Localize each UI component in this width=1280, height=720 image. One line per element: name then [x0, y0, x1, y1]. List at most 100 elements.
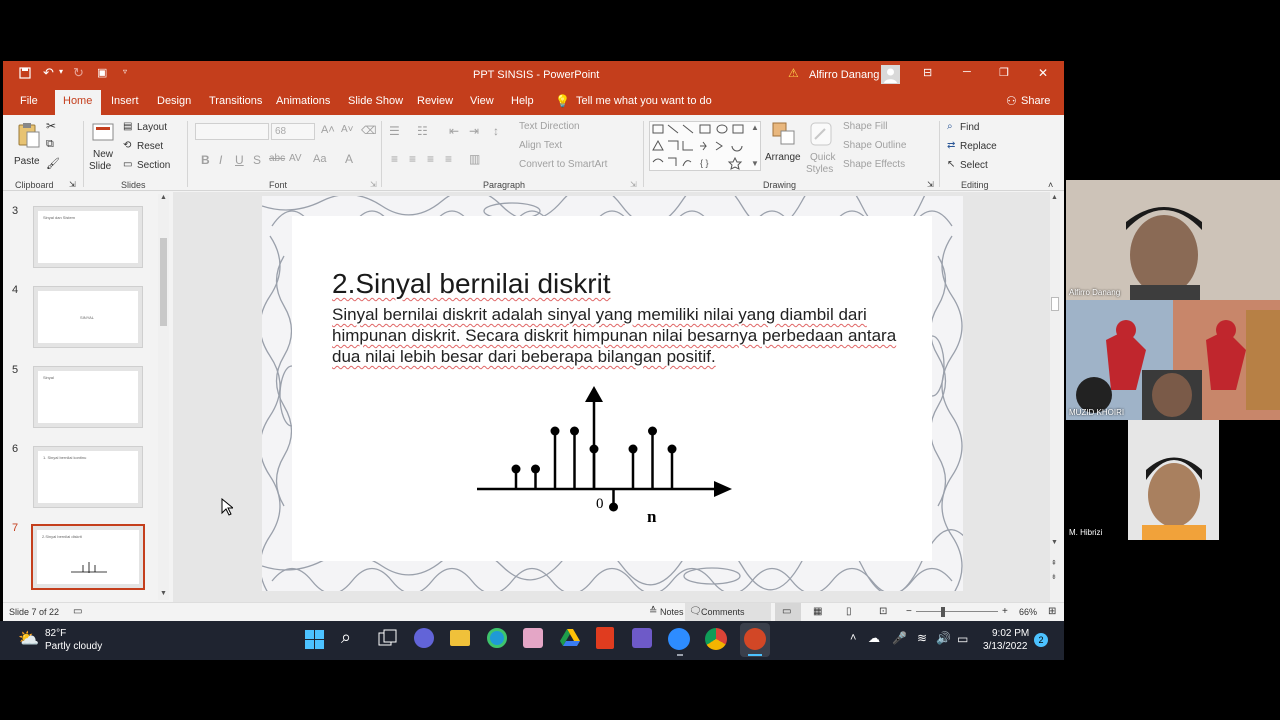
- share-person-icon[interactable]: ⚇: [1006, 94, 1017, 108]
- layout-button[interactable]: Layout: [137, 122, 167, 133]
- presentation-icon[interactable]: ▣: [97, 66, 107, 79]
- find-button[interactable]: Find: [960, 122, 979, 133]
- chat-icon[interactable]: [414, 628, 434, 648]
- change-case-icon[interactable]: Aa: [313, 153, 326, 165]
- canvas-scrollbar[interactable]: ▲ ▼ ⇞ ⇟: [1050, 192, 1060, 602]
- clock-time[interactable]: 9:02 PM: [992, 628, 1029, 639]
- italic-icon[interactable]: I: [219, 153, 222, 167]
- notification-badge[interactable]: 2: [1034, 633, 1048, 647]
- weather-condition[interactable]: Partly cloudy: [45, 641, 102, 652]
- gallery-scroll-up-icon[interactable]: ▲: [751, 123, 759, 132]
- scrollbar-thumb[interactable]: [160, 238, 167, 326]
- user-name[interactable]: Alfirro Danang: [809, 69, 879, 81]
- font-name-dropdown[interactable]: [195, 123, 269, 140]
- arrange-icon[interactable]: [771, 121, 797, 150]
- chrome-icon[interactable]: [705, 628, 727, 650]
- share-button[interactable]: Share: [1021, 95, 1050, 107]
- thumbnails-scrollbar[interactable]: ▲ ▼: [158, 194, 169, 600]
- zoom-level[interactable]: 66%: [1019, 607, 1037, 617]
- weather-icon[interactable]: ⛅: [18, 629, 39, 649]
- clear-formatting-icon[interactable]: ⌫: [361, 124, 377, 137]
- section-icon[interactable]: ▭: [123, 159, 132, 170]
- arrange-button[interactable]: Arrange: [765, 152, 801, 163]
- tell-me-search[interactable]: Tell me what you want to do: [576, 95, 712, 107]
- slide-thumbnail[interactable]: 1. Sinyal bernilai kontinu: [33, 446, 143, 508]
- save-icon[interactable]: [19, 67, 31, 82]
- volume-icon[interactable]: 🔊: [936, 631, 951, 645]
- participant-video-tile[interactable]: Alfirro Danang: [1066, 180, 1280, 300]
- slide-thumbnail[interactable]: Sinyal dan Sistem: [33, 206, 143, 268]
- numbering-icon[interactable]: ☷: [417, 124, 428, 138]
- onedrive-icon[interactable]: ☁: [868, 631, 880, 645]
- undo-icon[interactable]: ↶: [43, 65, 54, 81]
- previous-slide-icon[interactable]: ⇞: [1051, 559, 1057, 567]
- notes-icon[interactable]: ≙: [649, 606, 657, 617]
- line-spacing-icon[interactable]: ↕: [493, 124, 499, 138]
- office-icon[interactable]: [596, 627, 614, 649]
- align-text-button[interactable]: Align Text: [519, 140, 562, 151]
- canvas-scroll-down-icon[interactable]: ▼: [1051, 539, 1058, 546]
- tab-review[interactable]: Review: [417, 95, 453, 107]
- columns-icon[interactable]: ▥: [469, 152, 480, 166]
- reset-icon[interactable]: ⟲: [123, 140, 131, 151]
- tab-home[interactable]: Home: [63, 95, 92, 107]
- notes-button[interactable]: Notes: [660, 607, 684, 617]
- new-slide-icon[interactable]: [91, 121, 115, 148]
- zoom-slider[interactable]: [916, 611, 998, 612]
- underline-icon[interactable]: U: [235, 153, 244, 167]
- find-icon[interactable]: ⌕: [947, 121, 953, 132]
- slide-thumbnail[interactable]: Sinyal: [33, 366, 143, 428]
- slide-counter[interactable]: Slide 7 of 22: [9, 607, 59, 617]
- shape-outline-button[interactable]: Shape Outline: [843, 140, 906, 151]
- participant-video-tile[interactable]: MUZID KHOIRI: [1066, 300, 1280, 420]
- tab-transitions[interactable]: Transitions: [209, 95, 262, 107]
- scroll-up-icon[interactable]: ▲: [160, 194, 167, 201]
- scroll-down-icon[interactable]: ▼: [160, 590, 167, 597]
- zoom-slider-thumb[interactable]: [941, 607, 945, 617]
- zoom-in-icon[interactable]: +: [1002, 606, 1008, 617]
- task-view-icon[interactable]: [378, 629, 398, 650]
- drawing-launcher-icon[interactable]: ⇲: [927, 180, 934, 189]
- restore-button[interactable]: ❐: [999, 66, 1009, 79]
- slide-thumbnail[interactable]: SINYAL: [33, 286, 143, 348]
- align-center-icon[interactable]: ≡: [409, 152, 416, 166]
- text-direction-button[interactable]: Text Direction: [519, 121, 580, 132]
- hidden-icons-chevron[interactable]: ˄: [850, 632, 856, 644]
- font-launcher-icon[interactable]: ⇲: [370, 180, 377, 189]
- customize-toolbar-icon[interactable]: ▿: [123, 67, 127, 76]
- paste-icon[interactable]: [17, 121, 41, 152]
- slide-sorter-icon[interactable]: ▦: [813, 606, 822, 617]
- lightbulb-icon[interactable]: 💡: [555, 94, 570, 108]
- slideshow-view-icon[interactable]: ⊡: [879, 606, 887, 617]
- justify-icon[interactable]: ≡: [445, 152, 452, 166]
- format-painter-icon[interactable]: 🖌: [46, 157, 60, 170]
- align-left-icon[interactable]: ≡: [391, 152, 398, 166]
- file-explorer-icon[interactable]: [450, 630, 470, 646]
- user-avatar[interactable]: [881, 65, 900, 84]
- microphone-icon[interactable]: 🎤: [892, 631, 907, 645]
- reset-button[interactable]: Reset: [137, 141, 163, 152]
- select-icon[interactable]: ↖: [947, 159, 955, 170]
- comments-icon[interactable]: 🗨: [689, 606, 702, 617]
- close-button[interactable]: ✕: [1038, 66, 1048, 80]
- increase-indent-icon[interactable]: ⇥: [469, 124, 479, 138]
- redo-icon[interactable]: ↻: [73, 65, 84, 81]
- replace-button[interactable]: Replace: [960, 141, 997, 152]
- participant-video-tile[interactable]: M. Hibrizi: [1066, 420, 1280, 540]
- font-size-dropdown[interactable]: 68: [271, 123, 315, 140]
- tab-slide-show[interactable]: Slide Show: [348, 95, 403, 107]
- tab-help[interactable]: Help: [511, 95, 534, 107]
- shadow-icon[interactable]: S: [253, 153, 261, 167]
- calculator-app-icon[interactable]: [632, 628, 652, 648]
- reading-view-icon[interactable]: ▯: [846, 606, 852, 617]
- decrease-font-icon[interactable]: A˅: [341, 124, 354, 135]
- shape-fill-button[interactable]: Shape Fill: [843, 121, 887, 132]
- font-color-icon[interactable]: A: [345, 152, 353, 166]
- copy-icon[interactable]: ⧉: [46, 138, 54, 151]
- new-slide-label-1[interactable]: New: [93, 149, 113, 160]
- normal-view-icon[interactable]: ▭: [782, 606, 791, 617]
- powerpoint-icon[interactable]: [744, 628, 766, 650]
- next-slide-icon[interactable]: ⇟: [1051, 573, 1057, 581]
- warning-icon[interactable]: ⚠: [788, 66, 799, 80]
- minimize-button[interactable]: ─: [963, 66, 971, 78]
